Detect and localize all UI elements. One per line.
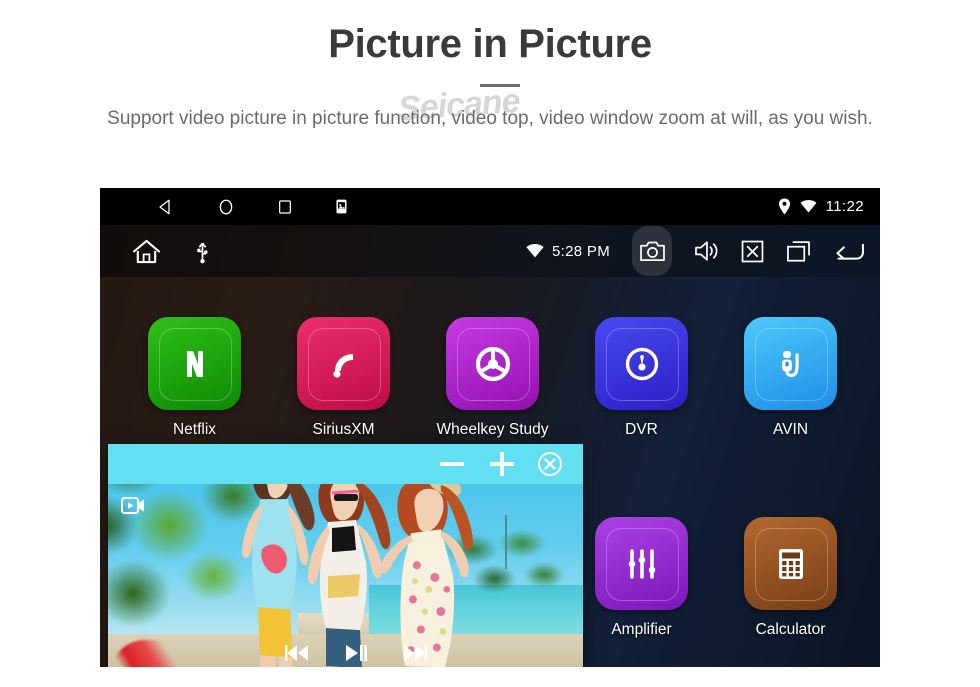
app-tile-calculator[interactable] xyxy=(744,517,837,610)
app-label-siriusxm: SiriusXM xyxy=(312,421,375,438)
scene-mast xyxy=(505,514,507,570)
wifi-icon xyxy=(526,244,544,258)
home-house-icon[interactable] xyxy=(132,238,161,265)
app-tile-netflix[interactable] xyxy=(148,317,241,410)
pip-close-button[interactable] xyxy=(537,451,563,477)
pip-title-bar[interactable] xyxy=(108,444,583,484)
app-label-calculator: Calculator xyxy=(755,621,826,638)
toolbar-wifi-clock: 5:28 PM xyxy=(526,243,610,260)
app-tile-dvr[interactable] xyxy=(595,317,688,410)
app-label-netflix: Netflix xyxy=(172,421,217,438)
toolbar-right-group: 5:28 PM xyxy=(526,225,866,277)
home-icon[interactable] xyxy=(217,198,235,216)
close-app-button[interactable] xyxy=(741,240,764,263)
status-bar-clock: 11:22 xyxy=(825,198,864,215)
location-pin-icon xyxy=(778,198,791,215)
app-tile-avin[interactable] xyxy=(744,317,837,410)
app-label-dvr: DVR xyxy=(625,421,658,438)
screenshot-icon[interactable] xyxy=(335,199,348,214)
device-screen: 11:22 5:28 PM Netflix SiriusXM Wheelkey … xyxy=(100,188,880,667)
pip-zoom-in-button[interactable] xyxy=(487,449,517,479)
app-tile-amplifier[interactable] xyxy=(595,517,688,610)
page-root: Picture in Picture Support video picture… xyxy=(0,0,980,687)
status-bar-indicators: 11:22 xyxy=(778,188,864,225)
app-grid: Netflix SiriusXM Wheelkey Study DVR AVIN… xyxy=(100,277,880,667)
video-camera-icon xyxy=(121,496,145,515)
app-amplifier[interactable]: Amplifier xyxy=(595,517,688,639)
app-tile-wheelkey-study[interactable] xyxy=(446,317,539,410)
app-avin[interactable]: AVIN xyxy=(744,317,837,439)
recents-icon[interactable] xyxy=(277,199,293,215)
toolbar-left-group xyxy=(132,238,209,265)
app-wheelkey-study[interactable]: Wheelkey Study xyxy=(437,317,549,439)
app-label-avin: AVIN xyxy=(772,421,809,438)
wifi-icon xyxy=(800,200,817,213)
task-switcher-button[interactable] xyxy=(786,240,811,263)
app-tile-siriusxm[interactable] xyxy=(297,317,390,410)
title-divider xyxy=(480,84,520,87)
app-netflix[interactable]: Netflix xyxy=(148,317,241,439)
usb-icon[interactable] xyxy=(196,239,209,264)
app-dvr[interactable]: DVR xyxy=(595,317,688,439)
page-title: Picture in Picture xyxy=(328,22,652,66)
volume-button[interactable] xyxy=(694,240,719,262)
app-calculator[interactable]: Calculator xyxy=(744,517,837,639)
pip-video-window[interactable]: Seicane xyxy=(108,444,583,667)
scene-person-3 xyxy=(379,471,479,667)
system-toolbar: 5:28 PM xyxy=(100,225,880,277)
page-subtitle: Support video picture in picture functio… xyxy=(107,108,873,129)
promo-header: Picture in Picture Support video picture… xyxy=(0,0,980,188)
android-status-bar: 11:22 xyxy=(100,188,880,225)
pip-zoom-out-button[interactable] xyxy=(437,449,467,479)
status-bar-nav-group xyxy=(157,198,348,216)
camera-button[interactable] xyxy=(632,226,672,276)
toolbar-clock: 5:28 PM xyxy=(552,242,610,260)
app-label-amplifier: Amplifier xyxy=(611,621,672,638)
back-button[interactable] xyxy=(833,240,866,263)
back-icon[interactable] xyxy=(157,198,175,216)
app-label-wheelkey-study: Wheelkey Study xyxy=(436,421,549,438)
app-siriusxm[interactable]: SiriusXM xyxy=(297,317,390,439)
